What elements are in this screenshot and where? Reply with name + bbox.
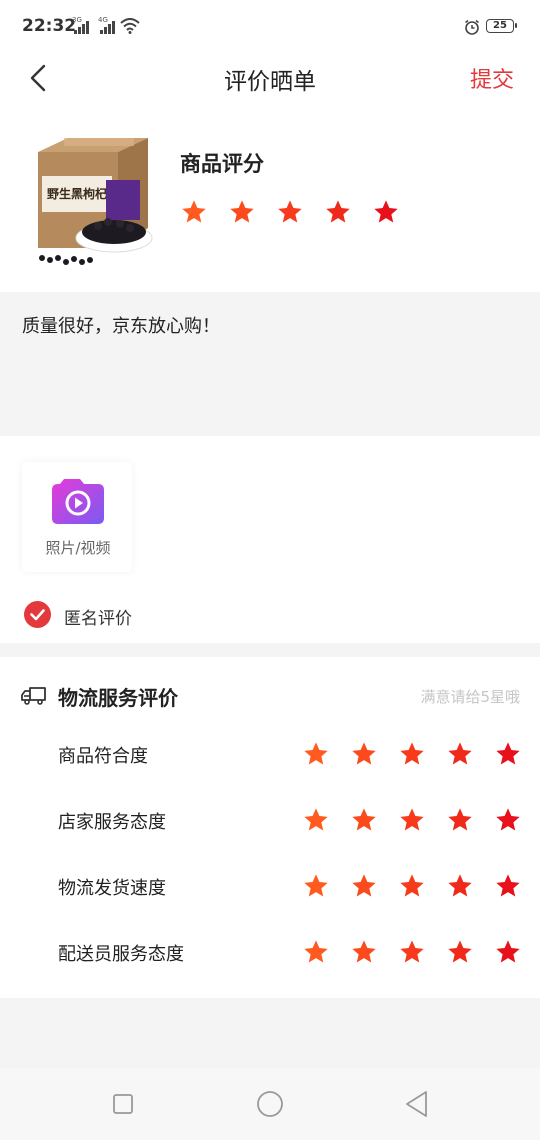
truck-icon [21, 687, 46, 705]
service-star-rating[interactable] [302, 872, 540, 900]
service-star-rating[interactable] [302, 938, 540, 966]
star-icon[interactable] [350, 806, 378, 834]
service-row-shipping-speed: 物流发货速度 [0, 864, 540, 912]
star-icon[interactable] [398, 806, 426, 834]
star-icon[interactable] [398, 740, 426, 768]
home-icon[interactable] [256, 1090, 284, 1118]
star-icon[interactable] [324, 198, 352, 226]
checkbox-checked-icon[interactable] [24, 601, 51, 628]
service-row-label: 店家服务态度 [58, 812, 166, 833]
star-icon[interactable] [276, 198, 304, 226]
upload-label: 照片/视频 [45, 539, 111, 557]
star-icon[interactable] [350, 938, 378, 966]
star-icon[interactable] [302, 938, 330, 966]
review-text[interactable]: 质量很好，京东放心购！ [22, 312, 220, 338]
camera-video-icon[interactable] [50, 476, 106, 526]
status-time: 22:32 [22, 16, 77, 36]
service-row-product-match: 商品符合度 [0, 732, 540, 780]
product-image: 野生黑枸杞 [38, 138, 153, 265]
signal-4g-icon: 4G [98, 16, 118, 34]
star-icon[interactable] [372, 198, 400, 226]
star-icon[interactable] [180, 198, 208, 226]
service-star-rating[interactable] [302, 806, 540, 834]
submit-button[interactable]: 提交 [470, 62, 514, 94]
system-back-icon[interactable] [404, 1090, 430, 1118]
service-row-label: 配送员服务态度 [58, 944, 184, 965]
star-icon[interactable] [494, 872, 522, 900]
anonymous-review-label[interactable]: 匿名评价 [64, 604, 132, 629]
page-title: 评价晒单 [224, 69, 316, 95]
wifi-icon [120, 18, 140, 34]
service-row-label: 物流发货速度 [58, 878, 166, 899]
star-icon[interactable] [302, 740, 330, 768]
service-row-label: 商品符合度 [58, 746, 148, 767]
star-icon[interactable] [446, 806, 474, 834]
star-icon[interactable] [494, 806, 522, 834]
section-divider [0, 643, 540, 657]
star-icon[interactable] [350, 740, 378, 768]
recent-apps-icon[interactable] [113, 1094, 133, 1114]
product-rating-title: 商品评分 [180, 152, 264, 176]
signal-3g-icon: 3G [72, 16, 92, 34]
service-row-store-attitude: 店家服务态度 [0, 798, 540, 846]
service-star-rating[interactable] [302, 740, 540, 768]
star-icon[interactable] [446, 938, 474, 966]
star-icon[interactable] [302, 872, 330, 900]
star-icon[interactable] [228, 198, 256, 226]
service-row-courier-attitude: 配送员服务态度 [0, 930, 540, 978]
product-star-rating[interactable] [180, 198, 420, 226]
svg-text:野生黑枸杞: 野生黑枸杞 [47, 186, 107, 201]
star-icon[interactable] [302, 806, 330, 834]
battery-indicator: 25 [486, 19, 517, 33]
alarm-icon [465, 19, 479, 35]
star-icon[interactable] [494, 938, 522, 966]
bottom-spacer [0, 998, 540, 1068]
star-icon[interactable] [398, 938, 426, 966]
star-icon[interactable] [398, 872, 426, 900]
star-icon[interactable] [446, 740, 474, 768]
signal-indicators: 3G 4G [72, 16, 118, 34]
star-icon[interactable] [350, 872, 378, 900]
star-icon[interactable] [494, 740, 522, 768]
logistics-service-title: 物流服务评价 [58, 686, 178, 710]
star-icon[interactable] [446, 872, 474, 900]
logistics-service-hint: 满意请给5星哦 [420, 688, 520, 706]
